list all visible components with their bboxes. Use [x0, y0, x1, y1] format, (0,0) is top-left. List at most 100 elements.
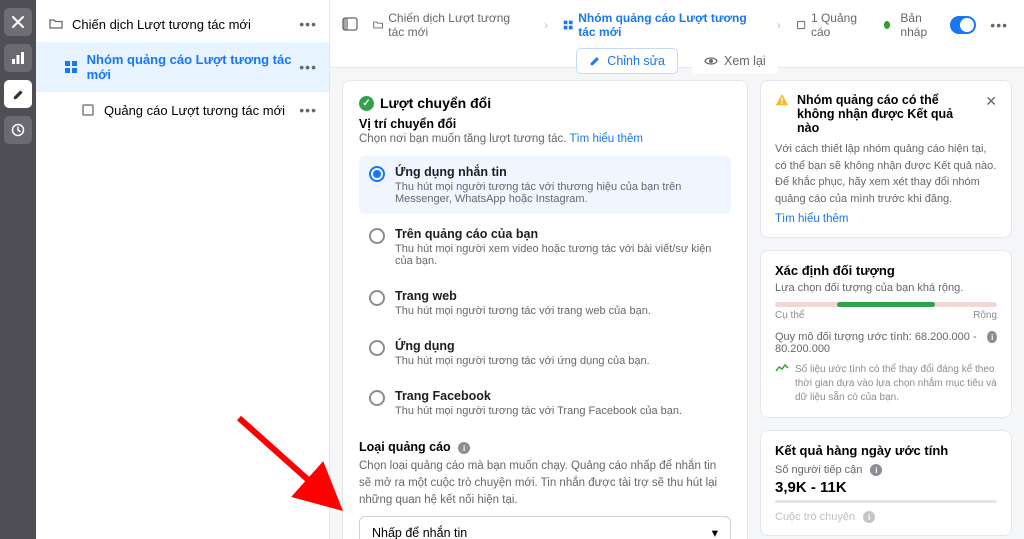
audience-sub: Lựa chọn đối tượng của bạn khá rộng.: [775, 282, 997, 294]
radio-website[interactable]: Trang web Thu hút mọi người tương tác vớ…: [359, 280, 731, 326]
folder-icon: [48, 16, 64, 32]
tree-campaign-label: Chiến dịch Lượt tương tác mới: [72, 17, 251, 32]
warning-icon: [775, 93, 789, 107]
more-menu-icon[interactable]: •••: [986, 17, 1012, 33]
topbar-right: Bản nháp •••: [884, 11, 1012, 39]
ad-icon: [80, 102, 96, 118]
ad-type-select-value: Nhấp để nhắn tin: [372, 526, 467, 539]
crumb-ad-label: 1 Quảng cáo: [811, 11, 869, 39]
crumb-campaign-label: Chiến dịch Lượt tương tác mới: [388, 11, 529, 39]
radio-on-your-ad[interactable]: Trên quảng cáo của bạn Thu hút mọi người…: [359, 218, 731, 276]
status-dot-icon: [884, 21, 890, 29]
audience-gauge: [775, 302, 997, 307]
radio-desc: Thu hút mọi người tương tác với thương h…: [395, 181, 721, 205]
annotation-arrow: [234, 413, 354, 533]
radio-icon: [369, 290, 385, 306]
chevron-right-icon: ›: [777, 18, 781, 32]
gauge-specific-label: Cụ thể: [775, 310, 804, 321]
eye-icon: [704, 55, 718, 67]
radio-desc: Thu hút mọi người tương tác với trang we…: [395, 305, 651, 317]
check-circle-icon: ✓: [359, 96, 374, 111]
warning-body: Với cách thiết lập nhóm quảng cáo hiện t…: [775, 141, 997, 207]
adset-icon: [563, 19, 573, 31]
radio-title: Trên quảng cáo của bạn: [395, 227, 721, 241]
crumb-adset-label: Nhóm quảng cáo Lượt tương tác mới: [578, 11, 762, 39]
conv-location-radios: Ứng dụng nhắn tin Thu hút mọi người tươn…: [359, 156, 731, 426]
tree-ad-row[interactable]: Quảng cáo Lượt tương tác mới •••: [36, 92, 329, 128]
work-area: Chiến dịch Lượt tương tác mới › Nhóm quả…: [330, 0, 1024, 539]
close-icon[interactable]: [4, 8, 32, 36]
daily-reach-value: 3,9K - 11K: [775, 479, 997, 496]
adset-icon: [64, 59, 79, 75]
radio-title: Trang web: [395, 289, 651, 303]
radio-icon: [369, 228, 385, 244]
pencil-icon[interactable]: [4, 80, 32, 108]
conversion-card: ✓ Lượt chuyển đổi Vị trí chuyển đổi Chọn…: [342, 80, 748, 539]
crumb-adset[interactable]: Nhóm quảng cáo Lượt tương tác mới: [558, 8, 767, 42]
daily-title: Kết quả hàng ngày ước tính: [775, 443, 997, 458]
folder-icon: [373, 19, 383, 31]
radio-title: Ứng dụng nhắn tin: [395, 165, 721, 179]
panel-toggle-icon[interactable]: [342, 17, 358, 34]
warning-title: Nhóm quảng cáo có thể không nhận được Kế…: [797, 93, 977, 135]
chart-icon[interactable]: [4, 44, 32, 72]
conversion-header-label: Lượt chuyển đổi: [380, 95, 491, 111]
radio-icon: [369, 390, 385, 406]
info-icon[interactable]: i: [987, 331, 997, 343]
ad-type-select[interactable]: Nhấp để nhắn tin ▾: [359, 516, 731, 539]
breadcrumbs: Chiến dịch Lượt tương tác mới › Nhóm quả…: [342, 8, 1012, 42]
tree-campaign-row[interactable]: Chiến dịch Lượt tương tác mới •••: [36, 6, 329, 42]
row-menu-icon[interactable]: •••: [299, 16, 317, 32]
chevron-right-icon: ›: [544, 18, 548, 32]
daily-estimate-card: Kết quả hàng ngày ước tính Số người tiếp…: [760, 430, 1012, 536]
publish-toggle[interactable]: [950, 16, 976, 34]
radio-desc: Thu hút mọi người tương tác với ứng dụng…: [395, 355, 650, 367]
tree-ad-label: Quảng cáo Lượt tương tác mới: [104, 103, 285, 118]
sparkline-icon: [775, 363, 789, 405]
row-menu-icon[interactable]: •••: [299, 102, 317, 118]
warning-learn-more-link[interactable]: Tìm hiểu thêm: [775, 213, 997, 225]
audience-size-label: Quy mô đối tượng ước tính:: [775, 331, 912, 343]
radio-messaging-apps[interactable]: Ứng dụng nhắn tin Thu hút mọi người tươn…: [359, 156, 731, 214]
pencil-icon: [589, 55, 601, 67]
warning-card: Nhóm quảng cáo có thể không nhận được Kế…: [760, 80, 1012, 238]
row-menu-icon[interactable]: •••: [299, 59, 317, 75]
ad-icon: [796, 19, 806, 31]
chevron-down-icon: ▾: [712, 525, 718, 539]
gauge-broad-label: Rộng: [973, 310, 997, 321]
close-icon[interactable]: ✕: [985, 93, 997, 110]
radio-title: Trang Facebook: [395, 389, 682, 403]
edit-button-label: Chỉnh sửa: [607, 54, 665, 68]
tree-adset-row[interactable]: Nhóm quảng cáo Lượt tương tác mới •••: [36, 42, 329, 92]
ad-type-hint: Chọn loại quảng cáo mà bạn muốn chạy. Qu…: [359, 458, 731, 508]
radio-icon: [369, 340, 385, 356]
audience-title: Xác định đối tượng: [775, 263, 997, 278]
info-icon[interactable]: i: [458, 442, 470, 454]
clock-icon[interactable]: [4, 116, 32, 144]
topbar: Chiến dịch Lượt tương tác mới › Nhóm quả…: [330, 0, 1024, 68]
tree-adset-label: Nhóm quảng cáo Lượt tương tác mới: [87, 52, 300, 82]
conversion-header: ✓ Lượt chuyển đổi: [359, 95, 731, 111]
audience-card: Xác định đối tượng Lựa chọn đối tượng củ…: [760, 250, 1012, 418]
audience-note: Số liệu ước tính có thể thay đổi đáng kể…: [775, 363, 997, 405]
daily-conv-label: Cuộc trò chuyện: [775, 511, 855, 523]
audience-size-row: Quy mô đối tượng ước tính: 68.200.000 - …: [775, 331, 997, 355]
ad-type-title: Loại quảng cáo i: [359, 440, 731, 455]
radio-desc: Thu hút mọi người tương tác với Trang Fa…: [395, 405, 682, 417]
audience-note-text: Số liệu ước tính có thể thay đổi đáng kể…: [795, 363, 997, 405]
left-icon-rail: [0, 0, 36, 539]
gauge-labels: Cụ thể Rộng: [775, 310, 997, 321]
info-icon[interactable]: i: [870, 464, 882, 476]
conv-location-hint: Chọn nơi bạn muốn tăng lượt tương tác. T…: [359, 131, 731, 148]
learn-more-link[interactable]: Tìm hiểu thêm: [569, 133, 643, 145]
radio-facebook-page[interactable]: Trang Facebook Thu hút mọi người tương t…: [359, 380, 731, 426]
crumb-ad[interactable]: 1 Quảng cáo: [791, 8, 874, 42]
info-icon[interactable]: i: [863, 511, 875, 523]
radio-desc: Thu hút mọi người xem video hoặc tương t…: [395, 243, 721, 267]
radio-app[interactable]: Ứng dụng Thu hút mọi người tương tác với…: [359, 330, 731, 376]
conv-location-title: Vị trí chuyển đổi: [359, 117, 731, 131]
status-label: Bản nháp: [900, 11, 940, 39]
daily-reach-label: Số người tiếp cận: [775, 464, 862, 476]
review-button-label: Xem lại: [724, 54, 766, 68]
crumb-campaign[interactable]: Chiến dịch Lượt tương tác mới: [368, 8, 534, 42]
